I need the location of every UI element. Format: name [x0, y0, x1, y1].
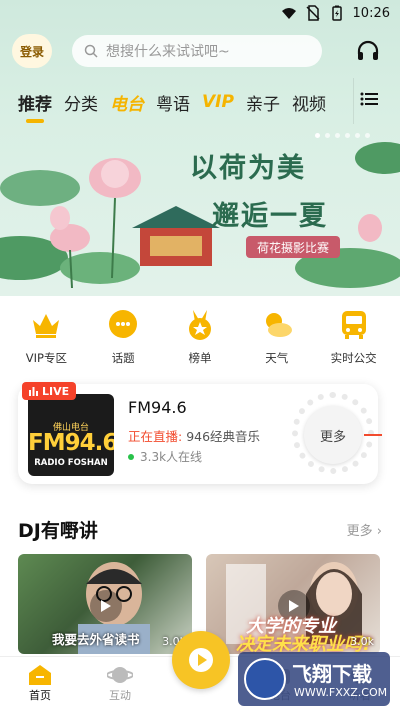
logo-frequency: FM94.6: [28, 430, 114, 456]
quick-label: 榜单: [188, 351, 212, 365]
banner-dot: [345, 133, 350, 138]
battery-icon: [331, 5, 342, 21]
quick-label: 话题: [111, 351, 135, 365]
banner-tag: 荷花摄影比赛: [246, 236, 340, 258]
now-playing-label: 正在直播:: [128, 429, 183, 444]
no-sim-icon: [306, 5, 320, 21]
radio-card[interactable]: 佛山电台 FM94.6 RADIO FOSHAN LIVE FM94.6 正在直…: [18, 382, 382, 484]
tab-kids[interactable]: 亲子: [246, 90, 280, 115]
quick-topics[interactable]: 话题: [88, 300, 158, 370]
live-label: LIVE: [42, 384, 70, 398]
now-playing-program: 946经典音乐: [186, 429, 261, 444]
quick-charts[interactable]: 榜单: [165, 300, 235, 370]
nav-home[interactable]: 首页: [10, 663, 70, 703]
more-button[interactable]: 更多: [304, 406, 362, 464]
quick-vip[interactable]: VIP专区: [11, 300, 81, 370]
logo-subtitle: RADIO FOSHAN: [34, 458, 108, 468]
online-count: 3.3k人在线: [128, 448, 202, 465]
quick-label: 天气: [265, 351, 289, 365]
banner-title-line1: 以荷为美: [190, 153, 306, 184]
watermark-logo: [244, 658, 286, 700]
category-tabs: 推荐 分类 电台 粤语 VIP 亲子 视频: [18, 86, 388, 123]
tuner-needle: [364, 434, 382, 436]
search-icon: [84, 44, 98, 58]
header: 登录 想搜什么来试试吧~: [0, 34, 400, 70]
search-placeholder: 想搜什么来试试吧~: [106, 44, 230, 60]
watermark-title: 飞翔下载: [292, 662, 372, 686]
section-title: DJ有嘢讲: [18, 520, 98, 542]
tab-radio[interactable]: 电台: [110, 90, 144, 115]
section-more-link[interactable]: 更多 ›: [347, 520, 382, 539]
watermark-url: WWW.FXXZ.COM: [294, 686, 388, 699]
quick-bus[interactable]: 实时公交: [319, 300, 389, 370]
crown-icon: [33, 314, 60, 338]
center-chat-button[interactable]: [172, 631, 230, 689]
online-text: 3.3k人在线: [140, 450, 203, 464]
quick-weather[interactable]: 天气: [242, 300, 312, 370]
tab-vip[interactable]: VIP: [202, 92, 234, 112]
bus-icon: [341, 311, 366, 339]
search-bar[interactable]: 想搜什么来试试吧~: [72, 35, 322, 67]
video-caption: 我要去外省读书: [52, 632, 140, 647]
medal-icon: [188, 310, 211, 340]
banner-dots: [315, 133, 370, 138]
planet-icon: [107, 667, 133, 683]
quick-entries: VIP专区 话题 榜单 天气 实时公交: [0, 300, 400, 370]
banner-dot: [325, 133, 330, 138]
chat-bubble-icon: [109, 310, 138, 338]
tab-category[interactable]: 分类: [64, 90, 98, 115]
banner-dot: [365, 133, 370, 138]
live-badge: LIVE: [22, 382, 77, 400]
video-card[interactable]: 我要去外省读书 3.0k: [18, 554, 192, 654]
quick-label: 实时公交: [330, 351, 377, 365]
headset-icon[interactable]: [356, 40, 380, 62]
online-dot: [128, 453, 134, 460]
now-playing: 正在直播: 946经典音乐: [128, 426, 260, 445]
video-card[interactable]: 大学的专业 决定未来职业吗? 3.0k: [206, 554, 380, 654]
banner-dot: [315, 133, 320, 138]
banner-dot: [355, 133, 360, 138]
nav-interact[interactable]: 互动: [90, 663, 150, 703]
home-icon: [29, 665, 51, 685]
quick-label: VIP专区: [25, 351, 67, 365]
watermark: 飞翔下载 WWW.FXXZ.COM: [238, 652, 390, 706]
station-name: FM94.6: [128, 398, 187, 417]
video-play-count: 3.0k: [350, 635, 374, 648]
tab-cantonese[interactable]: 粤语: [156, 90, 190, 115]
play-icon: [90, 590, 122, 622]
status-bar: 10:26: [0, 0, 400, 28]
menu-icon[interactable]: [360, 92, 378, 106]
wifi-icon: [281, 8, 296, 19]
tab-video[interactable]: 视频: [292, 90, 326, 115]
banner-title-line2: 邂逅一夏: [212, 201, 328, 232]
weather-icon: [265, 313, 292, 337]
banner-dot: [335, 133, 340, 138]
station-logo: 佛山电台 FM94.6 RADIO FOSHAN: [28, 394, 114, 476]
nav-label: 互动: [109, 689, 131, 702]
tab-divider: [353, 78, 354, 124]
nav-label: 首页: [29, 689, 51, 702]
tab-recommend[interactable]: 推荐: [18, 90, 52, 123]
live-bars-icon: [29, 386, 38, 396]
play-chat-icon: [189, 648, 213, 672]
status-time: 10:26: [352, 5, 390, 21]
banner[interactable]: 以荷为美 邂逅一夏 荷花摄影比赛: [0, 128, 400, 296]
login-button[interactable]: 登录: [12, 34, 52, 68]
